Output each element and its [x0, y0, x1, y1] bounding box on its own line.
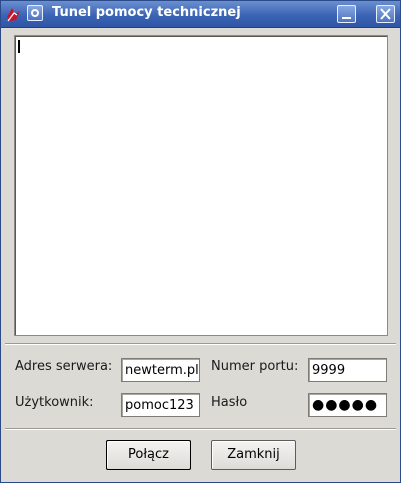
username-label: Użytkownik:: [15, 395, 94, 410]
username-input[interactable]: pomoc123: [121, 393, 200, 417]
server-address-input[interactable]: newterm.pl: [121, 358, 200, 382]
text-caret: [18, 40, 20, 53]
port-number-input[interactable]: 9999: [308, 358, 387, 382]
connect-button[interactable]: Połącz: [106, 440, 191, 470]
close-icon[interactable]: [376, 5, 395, 23]
close-button[interactable]: Zamknij: [211, 440, 296, 470]
app-logo-icon[interactable]: [5, 5, 23, 23]
window-menu-icon[interactable]: [27, 5, 43, 21]
title-bar[interactable]: Tunel pomocy technicznej: [1, 1, 400, 28]
support-tunnel-window: Tunel pomocy technicznej Adres serwera: …: [0, 0, 401, 483]
port-number-label: Numer portu:: [211, 359, 299, 374]
separator-bottom: [5, 428, 396, 430]
window-title: Tunel pomocy technicznej: [52, 5, 241, 20]
log-text-area[interactable]: [14, 35, 388, 336]
minimize-icon[interactable]: [337, 5, 356, 23]
password-label: Hasło: [211, 395, 248, 410]
server-address-label: Adres serwera:: [15, 359, 113, 374]
password-input[interactable]: ●●●●●: [308, 393, 387, 417]
separator-top: [5, 343, 396, 345]
